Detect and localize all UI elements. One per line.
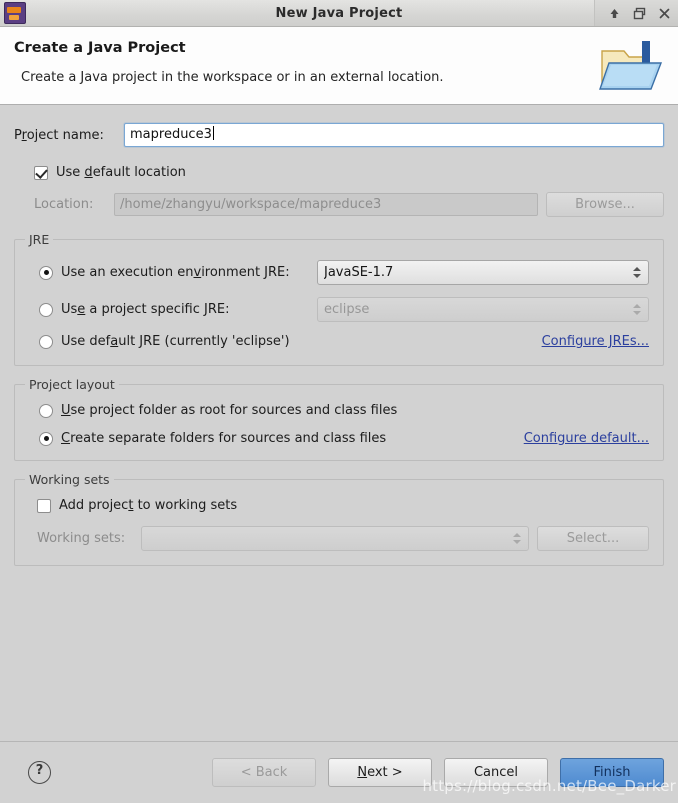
page-title: Create a Java Project [14,40,186,56]
use-default-location-label: Use default location [56,165,186,180]
page-subtitle: Create a Java project in the workspace o… [21,70,444,85]
udl-label-pre: Use [56,165,85,180]
project-name-label-pre: P [14,127,22,143]
configure-jres-link[interactable]: Configure JREs... [542,334,649,349]
project-name-label-post: oject name: [26,127,104,143]
help-icon[interactable]: ? [28,761,51,784]
restore-window-icon[interactable] [632,6,647,21]
udl-label-post: efault location [92,165,186,180]
dialog-body: Project name: mapreduce3 Use default loc… [0,105,678,741]
eclipse-icon [4,2,26,24]
lsf-label-mnemonic: C [61,431,71,446]
cancel-button[interactable]: Cancel [444,758,548,787]
working-sets-group-title: Working sets [25,472,114,487]
finish-button[interactable]: Finish [560,758,664,787]
jre-def-label-post: ult JRE (currently 'eclipse') [118,334,290,349]
working-sets-spinner-icon [511,533,522,544]
next-button-label-rest: ext > [367,765,403,780]
footer-buttons: < Back Next > Cancel Finish [212,758,664,787]
combo-spinner-icon[interactable] [631,267,642,278]
project-specific-jre-value: eclipse [324,302,370,317]
dialog-footer: ? < Back Next > Cancel Finish https://bl… [0,741,678,803]
add-to-working-sets-label: Add project to working sets [59,498,237,513]
jre-def-label-pre: Use def [61,334,111,349]
project-specific-jre-combo[interactable]: eclipse [317,297,649,322]
jre-execution-environment-row[interactable]: Use an execution environment JRE: JavaSE… [29,260,649,285]
text-caret [212,126,214,140]
execution-environment-value: JavaSE-1.7 [324,265,394,280]
project-layout-group-title: Project layout [25,377,119,392]
jre-ps-label-pre: Us [61,302,78,317]
new-java-project-dialog: New Java Project Create a Java Project C… [0,0,678,803]
jre-execution-environment-radio[interactable] [39,265,53,280]
project-layout-group: Project layout Use project folder as roo… [14,377,664,461]
combo-spinner-icon-disabled [631,304,642,315]
window-title: New Java Project [275,5,403,21]
use-default-location-checkbox[interactable] [34,165,48,180]
jre-ee-label-pre: Use an execution en [61,265,194,280]
next-button[interactable]: Next > [328,758,432,787]
jre-group-title: JRE [25,232,54,247]
location-input[interactable]: /home/zhangyu/workspace/mapreduce3 [114,193,538,216]
layout-separate-folders-label: Create separate folders for sources and … [61,431,386,446]
use-default-location-row[interactable]: Use default location [14,165,664,180]
jre-group: JRE Use an execution environment JRE: Ja… [14,232,664,366]
layout-separate-folders-row[interactable]: Create separate folders for sources and … [29,431,649,446]
browse-button[interactable]: Browse... [546,192,664,217]
working-sets-label: Working sets: [37,531,126,546]
add-to-working-sets-row[interactable]: Add project to working sets [29,498,649,513]
dialog-header: Create a Java Project Create a Java proj… [0,27,678,105]
back-button[interactable]: < Back [212,758,316,787]
layout-project-folder-radio[interactable] [39,403,53,418]
window-controls [594,0,678,26]
location-row: Location: /home/zhangyu/workspace/mapred… [14,192,664,217]
project-name-input[interactable]: mapreduce3 [124,123,664,147]
working-sets-combo[interactable] [141,526,529,551]
window-titlebar: New Java Project [0,0,678,27]
layout-separate-folders-radio[interactable] [39,431,53,446]
udl-label-mnemonic: d [84,165,93,180]
jre-default-row[interactable]: Use default JRE (currently 'eclipse') Co… [29,334,649,349]
lpf-label-mnemonic: U [61,403,71,418]
java-project-folder-icon [598,37,664,97]
lsf-label-post: reate separate folders for sources and c… [70,431,387,446]
location-label: Location: [34,197,94,212]
jre-project-specific-row[interactable]: Use a project specific JRE: eclipse [29,297,649,322]
jre-ps-label-post: a project specific JRE: [85,302,230,317]
configure-default-link[interactable]: Configure default... [524,431,649,446]
next-button-mnemonic: N [357,765,368,780]
working-sets-select-row: Working sets: Select... [29,526,649,551]
add-to-working-sets-checkbox[interactable] [37,498,51,513]
lpf-label-post: se project folder as root for sources an… [70,403,398,418]
jre-default-label: Use default JRE (currently 'eclipse') [61,334,290,349]
project-name-label: Project name: [14,128,124,143]
jre-ee-label-post: ironment JRE: [201,265,290,280]
project-name-value: mapreduce3 [130,127,212,142]
jre-default-radio[interactable] [39,334,53,349]
jre-project-specific-label: Use a project specific JRE: [61,302,317,317]
jre-execution-environment-label: Use an execution environment JRE: [61,265,317,280]
working-sets-group: Working sets Add project to working sets… [14,472,664,566]
arrow-up-icon[interactable] [607,6,622,21]
project-name-row: Project name: mapreduce3 [14,123,664,147]
select-working-sets-button[interactable]: Select... [537,526,649,551]
aws-label-post: to working sets [133,498,238,513]
jre-project-specific-radio[interactable] [39,302,53,317]
execution-environment-combo[interactable]: JavaSE-1.7 [317,260,649,285]
close-icon[interactable] [657,6,672,21]
layout-project-folder-label: Use project folder as root for sources a… [61,403,397,418]
layout-project-folder-row[interactable]: Use project folder as root for sources a… [29,403,649,418]
aws-label-pre: Add projec [59,498,129,513]
